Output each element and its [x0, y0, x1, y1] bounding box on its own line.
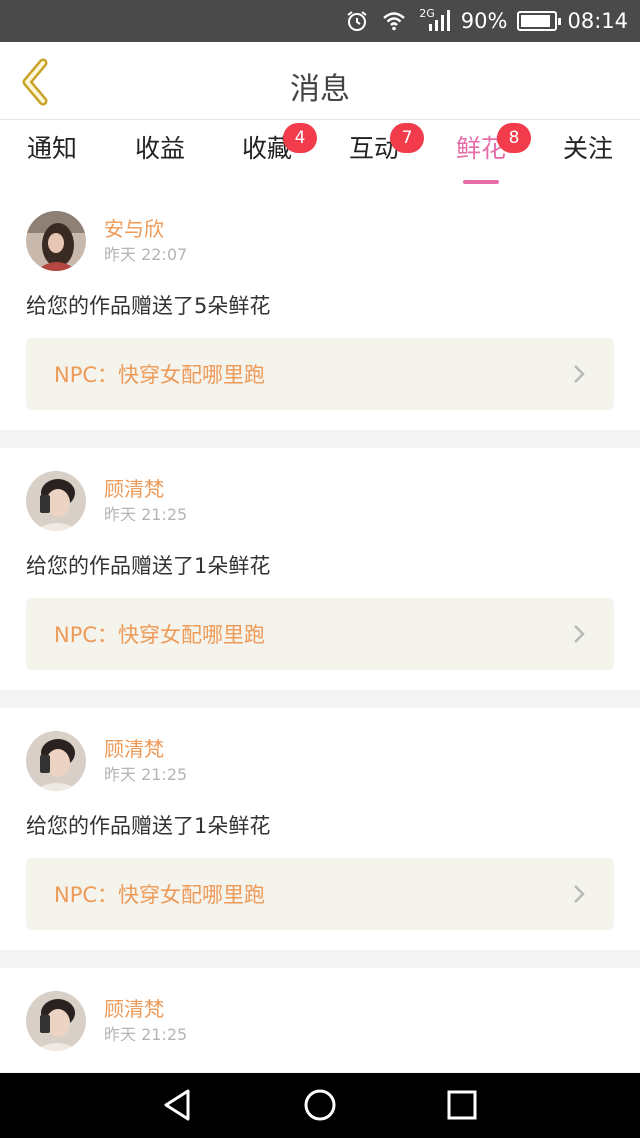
network-type: 2G — [419, 6, 435, 20]
unread-badge: 7 — [390, 123, 424, 153]
chevron-right-icon — [574, 885, 585, 903]
avatar[interactable] — [26, 731, 86, 791]
clock: 08:14 — [567, 9, 628, 33]
timestamp: 昨天 22:07 — [104, 245, 188, 264]
avatar[interactable] — [26, 211, 86, 271]
battery-icon — [517, 11, 562, 31]
tab-label: 关注 — [562, 134, 613, 163]
timestamp: 昨天 21:25 — [104, 1025, 188, 1044]
work-link[interactable]: NPC：快穿女配哪里跑 — [26, 338, 614, 410]
tab-notifications[interactable]: 通知 — [26, 131, 78, 181]
username[interactable]: 安与欣 — [104, 215, 187, 243]
work-title: NPC：快穿女配哪里跑 — [54, 623, 266, 647]
chevron-right-icon — [574, 365, 585, 383]
nav-home-icon[interactable] — [302, 1087, 338, 1123]
work-link[interactable]: NPC：快穿女配哪里跑 — [26, 858, 614, 930]
avatar[interactable] — [26, 471, 86, 531]
work-link[interactable]: NPC：快穿女配哪里跑 — [26, 598, 614, 670]
status-bar: 2G 90% 08:14 — [0, 0, 640, 42]
tab-label: 通知 — [26, 134, 77, 163]
list-item: 顾清梵 昨天 21:25 — [0, 968, 640, 1072]
tab-label: 收益 — [134, 134, 185, 163]
tab-favorites[interactable]: 收藏 4 — [241, 123, 317, 181]
list-item: 顾清梵 昨天 21:25 给您的作品赠送了1朵鲜花 NPC：快穿女配哪里跑 — [0, 708, 640, 950]
page-title: 消息 — [290, 72, 350, 107]
username[interactable]: 顾清梵 — [104, 995, 187, 1023]
avatar[interactable] — [26, 991, 86, 1051]
username[interactable]: 顾清梵 — [104, 475, 187, 503]
tab-flowers[interactable]: 鲜花 8 — [455, 123, 531, 184]
timestamp: 昨天 21:25 — [104, 765, 188, 784]
list-item: 顾清梵 昨天 21:25 给您的作品赠送了1朵鲜花 NPC：快穿女配哪里跑 — [0, 448, 640, 690]
message-text: 给您的作品赠送了5朵鲜花 — [26, 294, 271, 318]
work-title: NPC：快穿女配哪里跑 — [54, 363, 266, 387]
tab-interactions[interactable]: 互动 7 — [348, 123, 424, 181]
message-text: 给您的作品赠送了1朵鲜花 — [26, 814, 271, 838]
nav-recents-icon[interactable] — [444, 1087, 480, 1123]
chevron-right-icon — [574, 625, 585, 643]
system-nav-bar — [0, 1073, 640, 1138]
battery-percent: 90% — [460, 9, 508, 33]
tab-bar: 通知 收益 收藏 4 互动 7 鲜花 8 关注 — [0, 121, 640, 187]
unread-badge: 4 — [283, 123, 317, 153]
nav-back-icon[interactable] — [160, 1087, 196, 1123]
list-item: 安与欣 昨天 22:07 给您的作品赠送了5朵鲜花 NPC：快穿女配哪里跑 — [0, 188, 640, 430]
active-tab-indicator — [463, 180, 499, 184]
app-header: 消息 — [0, 42, 640, 120]
timestamp: 昨天 21:25 — [104, 505, 188, 524]
battery-level — [521, 15, 551, 27]
wifi-icon — [383, 12, 406, 31]
unread-badge: 8 — [497, 123, 531, 153]
flower-message-list[interactable]: 安与欣 昨天 22:07 给您的作品赠送了5朵鲜花 NPC：快穿女配哪里跑 顾清… — [0, 188, 640, 1073]
tab-following[interactable]: 关注 — [562, 131, 614, 181]
tab-earnings[interactable]: 收益 — [134, 131, 186, 181]
message-text: 给您的作品赠送了1朵鲜花 — [26, 554, 271, 578]
alarm-icon — [347, 11, 367, 31]
work-title: NPC：快穿女配哪里跑 — [54, 883, 266, 907]
username[interactable]: 顾清梵 — [104, 735, 187, 763]
